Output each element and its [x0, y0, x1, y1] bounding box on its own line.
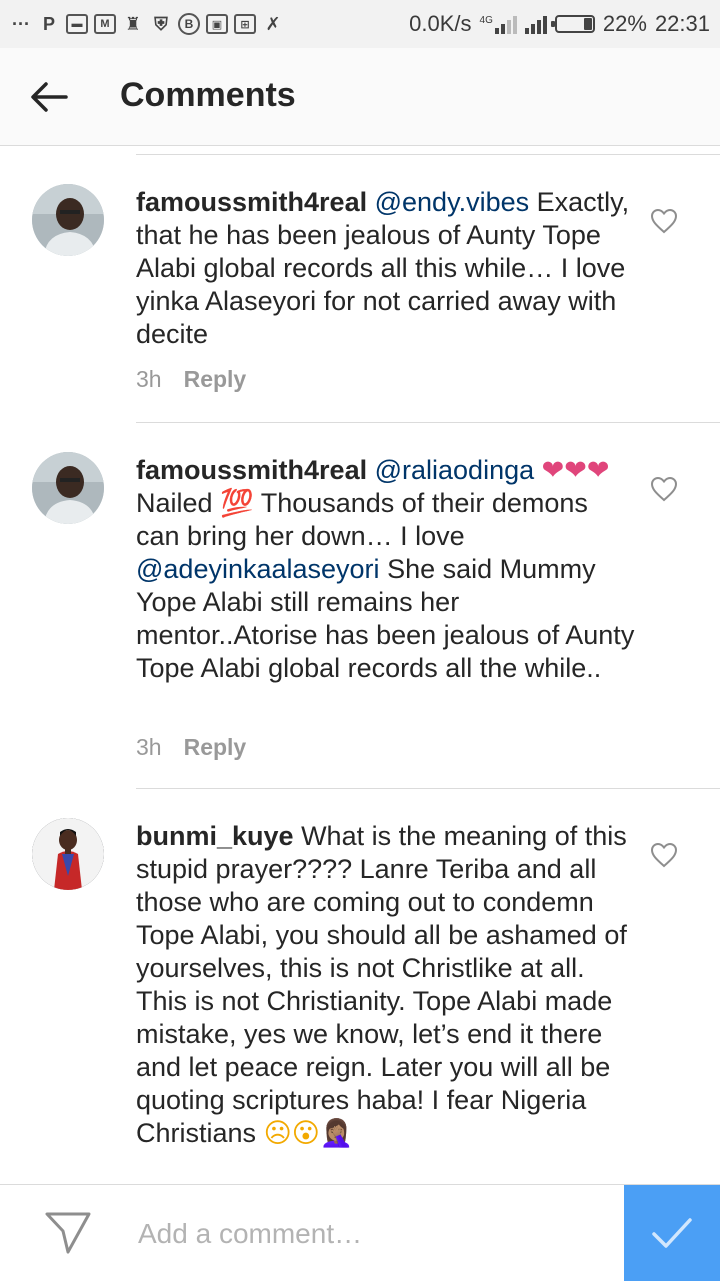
page-title: Comments — [120, 76, 296, 114]
p-app-icon: P — [42, 13, 55, 34]
network-type-label: 4G — [479, 15, 493, 26]
comment-username[interactable]: famoussmith4real — [136, 455, 367, 485]
signal-strength-icon-2 — [524, 14, 547, 34]
net-speed: 0.0K/s — [409, 11, 472, 36]
direct-share-icon[interactable] — [44, 1211, 92, 1255]
reply-button[interactable]: Reply — [184, 734, 247, 761]
gmail-icon: M — [94, 14, 116, 34]
comment-input[interactable] — [136, 1203, 610, 1265]
avatar[interactable] — [32, 452, 104, 524]
avatar-photo — [32, 452, 104, 524]
comment-meta: 3h Reply — [136, 734, 246, 761]
bitcoin-icon: B — [178, 13, 200, 35]
comment-mention-inline[interactable]: @adeyinkaalaseyori — [136, 554, 380, 584]
heart-icon[interactable] — [650, 842, 678, 868]
shield-icon: ⛨ — [154, 13, 168, 34]
system-indicators: 0.0K/s 4G 22% 22:31 — [409, 8, 710, 40]
clock: 22:31 — [654, 11, 710, 36]
image-icon: ▣ — [206, 14, 228, 34]
comment-list[interactable]: famoussmith4real @endy.vibes Exactly, th… — [0, 146, 720, 1184]
comment-meta: 3h Reply — [136, 366, 246, 393]
battery-percent: 22% — [602, 11, 647, 36]
checkmark-icon — [652, 1218, 692, 1248]
battery-fill — [584, 18, 592, 30]
post-comment-button[interactable] — [624, 1185, 720, 1281]
comment-mention[interactable]: @endy.vibes — [375, 187, 530, 217]
emoji-sequence: ☹😮🤦🏽‍♀ — [263, 1118, 354, 1149]
comment-text: famoussmith4real @raliaodinga ❤❤❤ Nailed… — [136, 454, 636, 685]
avatar-photo — [32, 818, 104, 890]
back-arrow-icon — [31, 82, 68, 112]
comment-username[interactable]: famoussmith4real — [136, 187, 367, 217]
divider — [136, 422, 720, 423]
download-icon: ⊞ — [234, 14, 256, 34]
divider — [136, 788, 720, 789]
avatar-photo — [32, 184, 104, 256]
battery-icon — [550, 15, 595, 33]
app-bar: Comments — [0, 48, 720, 146]
comment-username[interactable]: bunmi_kuye — [136, 821, 294, 851]
message-icon: ▬ — [66, 14, 88, 34]
heart-emoji: ❤❤❤ — [541, 455, 610, 486]
hundred-points-emoji: 💯 — [220, 488, 254, 519]
notification-icons: ··· P ▬ M ♜ ⛨ B ▣ ⊞ ✗ — [10, 8, 284, 40]
comment-content: What is the meaning of this stupid praye… — [136, 821, 627, 1148]
heart-icon[interactable] — [650, 476, 678, 502]
comment-text: famoussmith4real @endy.vibes Exactly, th… — [136, 186, 636, 351]
signal-strength-icon-1 — [494, 14, 517, 34]
status-bar: ··· P ▬ M ♜ ⛨ B ▣ ⊞ ✗ 0.0K/s 4G 22% 22:3… — [0, 0, 720, 48]
more-notifications-icon: ··· — [12, 13, 30, 34]
comment-composer — [0, 1184, 720, 1281]
missed-call-icon: ✗ — [265, 13, 281, 34]
divider — [136, 154, 720, 155]
comment-text: bunmi_kuye What is the meaning of this s… — [136, 820, 636, 1150]
back-button[interactable] — [22, 70, 76, 124]
comment-time: 3h — [136, 366, 162, 392]
mobile-data-icon: 4G — [480, 14, 517, 34]
comment-mention[interactable]: @raliaodinga — [375, 455, 535, 485]
avatar[interactable] — [32, 818, 104, 890]
keyhole-icon: ♜ — [124, 13, 142, 34]
comment-content-part1: Nailed — [136, 488, 213, 518]
reply-button[interactable]: Reply — [184, 366, 247, 393]
heart-icon[interactable] — [650, 208, 678, 234]
avatar[interactable] — [32, 184, 104, 256]
comment-time: 3h — [136, 734, 162, 760]
